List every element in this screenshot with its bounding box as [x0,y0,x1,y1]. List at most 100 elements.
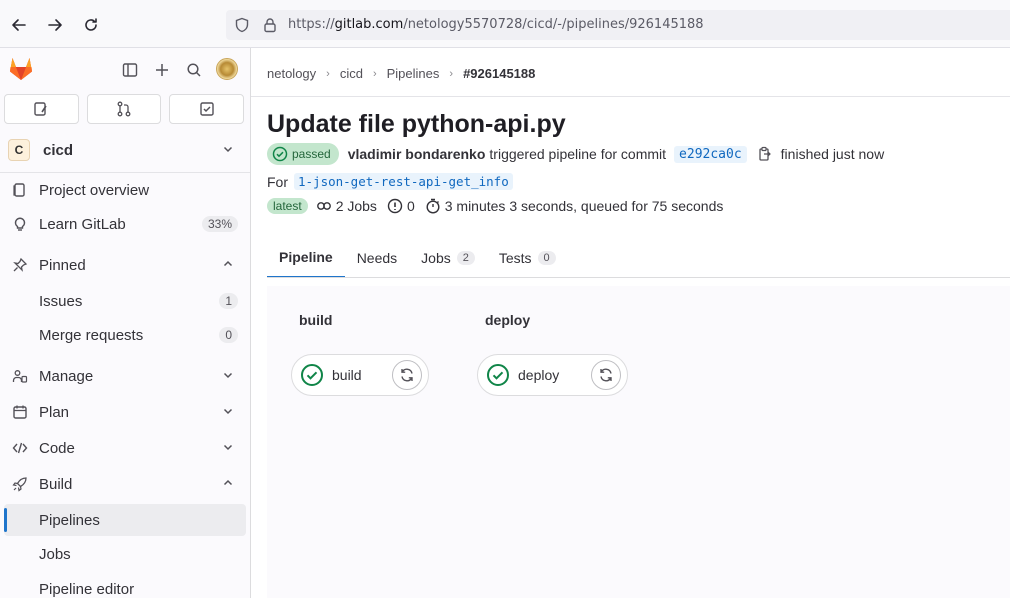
latest-badge: latest [267,198,308,214]
duration-text: 3 minutes 3 seconds, queued for 75 secon… [444,198,724,214]
retry-icon[interactable] [392,360,422,390]
page-title: Update file python-api.py [267,110,566,138]
chevron-down-icon [222,440,234,457]
pin-icon [10,257,30,273]
stage-title-build: build [299,312,333,328]
pipeline-tabs: Pipeline Needs Jobs 2 Tests 0 [267,238,568,278]
project-name: cicd [43,141,74,159]
issues-icon [34,102,47,116]
arrow-right-icon [48,19,62,31]
chevron-down-icon [222,368,234,385]
sidebar-toggle-icon[interactable] [120,60,140,80]
check-circle-icon [487,364,509,386]
stage-title-deploy: deploy [485,312,531,328]
todo-tab-button[interactable] [169,94,245,124]
tab-tests[interactable]: Tests 0 [487,238,568,278]
pipeline-ref-info: For 1-json-get-rest-api-get_info [267,173,513,190]
sidebar-item-project-overview[interactable]: Project overview [4,174,246,206]
gitlab-logo-icon[interactable] [8,56,34,84]
breadcrumb-project[interactable]: cicd [340,66,363,81]
pipeline-header-info: passed vladimir bondarenko triggered pip… [267,143,884,165]
warnings-count: 0 [406,198,415,214]
tab-count-badge: 0 [537,251,556,265]
plus-icon[interactable] [152,60,172,80]
status-badge[interactable]: passed [267,143,339,165]
tab-needs[interactable]: Needs [345,238,409,278]
sidebar-item-jobs[interactable]: Jobs [4,538,246,570]
merge-requests-tab-button[interactable] [86,94,162,124]
lock-icon[interactable] [262,17,278,36]
chevron-up-icon [222,257,234,274]
reload-button[interactable] [80,14,102,36]
chevron-right-icon: › [372,67,377,80]
bulb-icon [10,216,30,232]
back-button[interactable] [8,14,30,36]
chevron-down-icon [222,142,234,158]
chevron-up-icon [222,476,234,493]
finished-text: finished just now [780,146,885,162]
chevron-right-icon: › [326,67,330,80]
sidebar-item-pinned[interactable]: Pinned [4,249,246,281]
sidebar-item-code[interactable]: Code [4,432,246,464]
calendar-icon [10,404,30,420]
search-icon[interactable] [184,60,204,80]
project-icon [10,182,30,198]
merge-requests-count-badge: 0 [219,327,238,343]
commit-sha-link[interactable]: e292ca0c [674,145,747,163]
check-circle-icon [301,364,323,386]
users-icon [10,368,30,384]
divider [267,277,1010,278]
avatar[interactable] [216,58,238,80]
copy-icon[interactable] [757,146,773,162]
divider [251,96,1010,97]
tab-jobs[interactable]: Jobs 2 [409,238,487,278]
sidebar-item-merge-requests[interactable]: Merge requests 0 [4,319,246,351]
todo-icon [199,102,214,116]
sidebar-item-plan[interactable]: Plan [4,396,246,428]
progress-badge: 33% [201,216,238,232]
sidebar-item-manage[interactable]: Manage [4,360,246,392]
merge-request-icon [117,101,131,117]
url-text[interactable]: https://gitlab.com/netology5570728/cicd/… [288,17,704,32]
retry-icon[interactable] [591,360,621,390]
triggered-text: triggered pipeline for commit [489,146,667,162]
sidebar-item-build[interactable]: Build [4,468,246,500]
user-link[interactable]: vladimir bondarenko [348,146,486,162]
sidebar-quick-tabs [4,94,245,124]
job-build[interactable]: build [291,354,429,396]
sidebar-item-learn-gitlab[interactable]: Learn GitLab 33% [4,208,246,240]
sidebar: C cicd Project overview Learn GitLab 33%… [0,48,251,598]
jobs-count-text: 2 Jobs [335,198,377,214]
shield-icon[interactable] [234,17,250,36]
divider [0,172,250,173]
breadcrumb: netology › cicd › Pipelines › #926145188 [267,66,535,81]
chevron-down-icon [222,404,234,421]
issues-count-badge: 1 [219,293,238,309]
project-switcher[interactable]: C cicd [4,134,244,166]
breadcrumb-current[interactable]: #926145188 [463,66,535,81]
rocket-icon [10,476,30,492]
job-deploy[interactable]: deploy [477,354,628,396]
forward-button[interactable] [44,14,66,36]
tab-pipeline[interactable]: Pipeline [267,238,345,278]
warning-circle-icon [387,198,403,214]
pipeline-meta: latest 2 Jobs 0 3 minutes 3 seconds, que… [267,198,723,214]
breadcrumb-group[interactable]: netology [267,66,316,81]
for-label: For [267,173,288,190]
reload-icon [85,18,97,31]
timer-icon [425,198,441,214]
issues-tab-button[interactable] [4,94,79,124]
branch-ref-link[interactable]: 1-json-get-rest-api-get_info [294,173,513,190]
main-content: netology › cicd › Pipelines › #926145188… [251,48,1010,598]
address-bar[interactable]: https://gitlab.com/netology5570728/cicd/… [226,10,1010,40]
sidebar-item-issues[interactable]: Issues 1 [4,285,246,317]
pipeline-icon [316,198,332,214]
code-icon [10,440,30,456]
sidebar-item-pipeline-editor[interactable]: Pipeline editor [4,573,246,598]
check-circle-icon [272,146,288,162]
sidebar-item-pipelines[interactable]: Pipelines [4,504,246,536]
tab-count-badge: 2 [456,251,475,265]
browser-toolbar: https://gitlab.com/netology5570728/cicd/… [0,0,1010,48]
breadcrumb-pipelines[interactable]: Pipelines [387,66,440,81]
project-avatar: C [8,139,30,161]
